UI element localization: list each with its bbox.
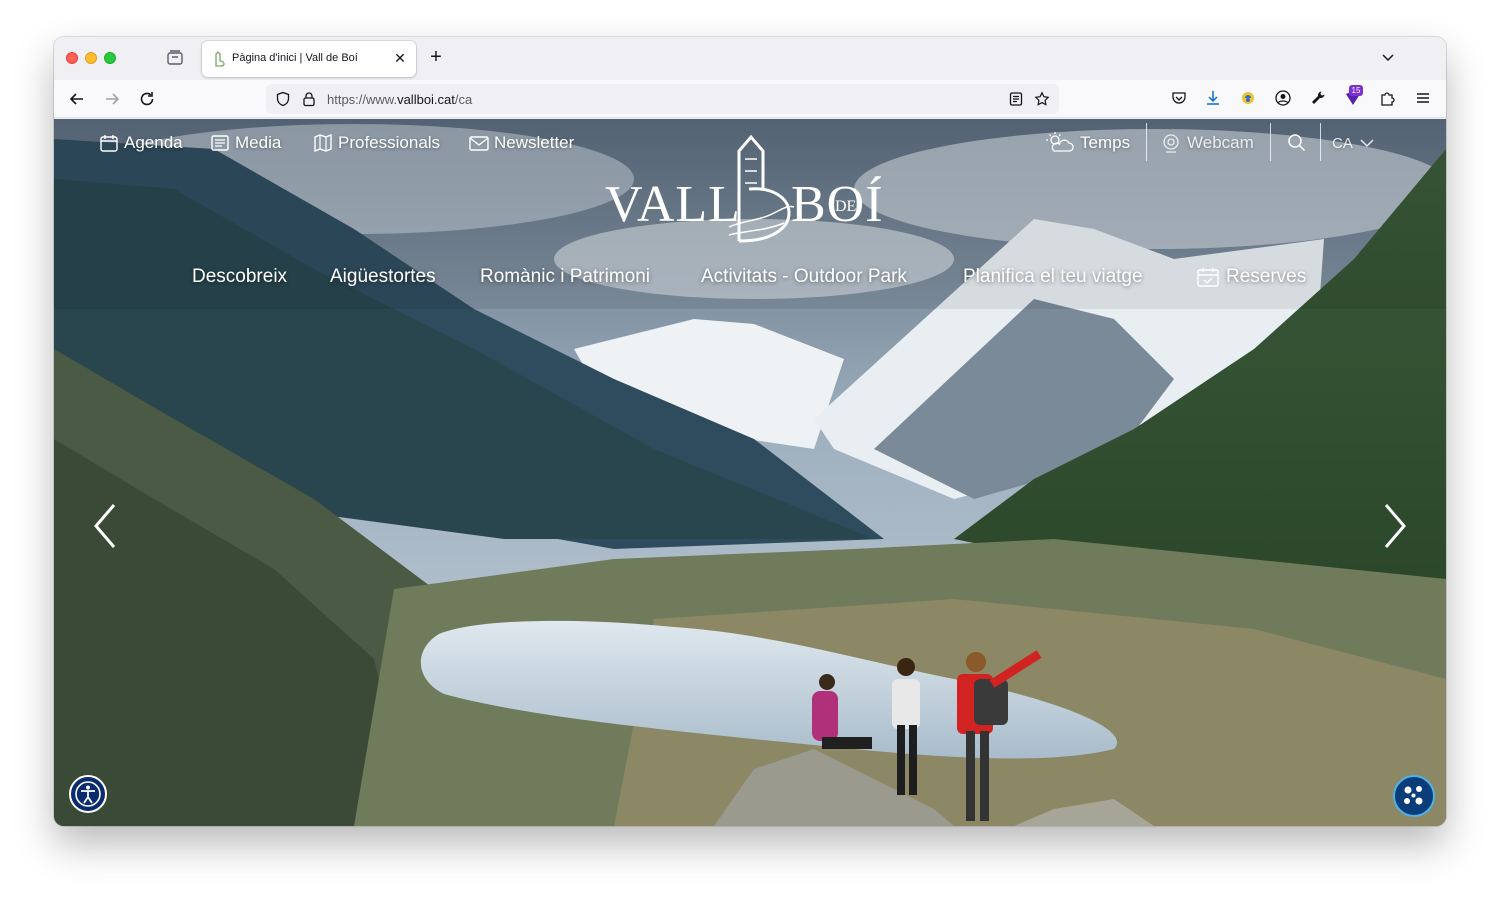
account-icon[interactable]: [1274, 89, 1292, 107]
search-button[interactable]: [1286, 131, 1308, 155]
accessibility-icon: [75, 781, 101, 807]
main-nav-reserves-label: Reserves: [1226, 266, 1307, 287]
chevron-left-icon: [94, 504, 116, 548]
webcam-label: Webcam: [1187, 133, 1254, 152]
extensions-badge: 15: [1349, 85, 1363, 96]
webcam-link[interactable]: Webcam: [1160, 131, 1254, 155]
tab-close-icon[interactable]: ✕: [392, 50, 408, 66]
newspaper-icon: [211, 135, 229, 151]
tab-active[interactable]: Pàgina d'inici | Vall de Boí ✕: [202, 41, 416, 77]
main-nav-aiguestortes[interactable]: Aigüestortes: [330, 266, 436, 288]
bookmark-star-icon[interactable]: [1034, 91, 1050, 107]
download-icon[interactable]: [1204, 89, 1222, 107]
sun-cloud-icon: [1046, 132, 1074, 152]
top-nav-newsletter-label: Newsletter: [494, 133, 575, 152]
url-text[interactable]: https://www.vallboi.cat/ca: [327, 92, 472, 107]
chevron-right-icon: [1384, 504, 1406, 548]
tab-strip: Pàgina d'inici | Vall de Boí ✕ +: [54, 37, 1446, 80]
lock-icon[interactable]: [301, 91, 317, 107]
carousel-next-button[interactable]: [1380, 501, 1410, 551]
puzzle-icon[interactable]: [1379, 89, 1397, 107]
language-selector[interactable]: CA: [1332, 131, 1376, 155]
window-minimize-button[interactable]: [85, 52, 97, 64]
map-book-icon: [314, 133, 332, 153]
calendar-icon: [100, 135, 118, 152]
nav-toolbar: https://www.vallboi.cat/ca 15: [54, 80, 1446, 118]
chevron-down-icon: [1360, 139, 1374, 148]
top-nav-newsletter[interactable]: Newsletter: [468, 131, 574, 155]
tabs-list-icon[interactable]: [164, 47, 186, 69]
menu-icon[interactable]: [1414, 89, 1432, 107]
divider: [1146, 123, 1147, 161]
url-domain: vallboi.cat: [397, 92, 455, 107]
main-nav-planifica[interactable]: Planifica el teu viatge: [963, 266, 1143, 288]
logo-word-vall: VALL: [605, 176, 741, 233]
window-maximize-button[interactable]: [104, 52, 116, 64]
vallboi-favicon-icon: [215, 51, 225, 67]
url-scheme: https://www.: [327, 92, 398, 107]
top-nav-professionals-label: Professionals: [338, 133, 441, 152]
weather-link[interactable]: Temps: [1045, 131, 1130, 155]
forward-icon[interactable]: [102, 89, 122, 109]
divider: [1320, 123, 1321, 161]
accessibility-button[interactable]: [69, 775, 107, 813]
language-label: CA: [1332, 134, 1353, 152]
back-icon[interactable]: [67, 89, 87, 109]
logo-word-boi: BOÍ: [791, 175, 884, 233]
calendar-check-icon: [1197, 268, 1219, 287]
webcam-icon: [1163, 134, 1179, 153]
reload-icon[interactable]: [137, 89, 157, 109]
top-nav-agenda-label: Agenda: [124, 133, 183, 152]
top-nav-professionals[interactable]: Professionals: [312, 131, 440, 155]
web-page: Agenda Media Professionals Newsletter Te…: [54, 119, 1446, 826]
weather-label: Temps: [1080, 133, 1131, 152]
envelope-icon: [469, 136, 489, 151]
pocket-icon[interactable]: [1170, 89, 1188, 107]
main-nav-activitats[interactable]: Activitats - Outdoor Park: [701, 266, 907, 288]
main-nav-descobreix[interactable]: Descobreix: [192, 266, 287, 288]
main-nav-reserves[interactable]: Reserves: [1196, 266, 1306, 288]
url-path: /ca: [454, 92, 473, 107]
main-nav-romanic[interactable]: Romànic i Patrimoni: [480, 266, 650, 288]
chat-widget-button[interactable]: [1393, 775, 1435, 817]
new-tab-button[interactable]: +: [426, 47, 446, 67]
dots-cluster-icon: [1404, 786, 1423, 805]
url-bar[interactable]: https://www.vallboi.cat/ca: [266, 84, 1059, 114]
window-close-button[interactable]: [66, 52, 78, 64]
top-nav-agenda[interactable]: Agenda: [98, 131, 183, 155]
tab-title: Pàgina d'inici | Vall de Boí: [232, 52, 358, 64]
search-icon: [1288, 134, 1306, 152]
shield-icon[interactable]: [275, 91, 291, 107]
chevron-down-icon[interactable]: [1380, 49, 1396, 65]
carousel-prev-button[interactable]: [90, 501, 120, 551]
vallboi-logo[interactable]: VALL DE BOÍ: [599, 129, 899, 244]
top-nav-media-label: Media: [235, 133, 282, 152]
browser-window: Pàgina d'inici | Vall de Boí ✕ + https:/…: [54, 37, 1446, 826]
top-nav-media[interactable]: Media: [209, 131, 281, 155]
reader-view-icon[interactable]: [1008, 91, 1024, 107]
wrench-icon[interactable]: [1309, 89, 1327, 107]
extension-icon[interactable]: [1239, 89, 1257, 107]
divider: [1270, 123, 1271, 161]
